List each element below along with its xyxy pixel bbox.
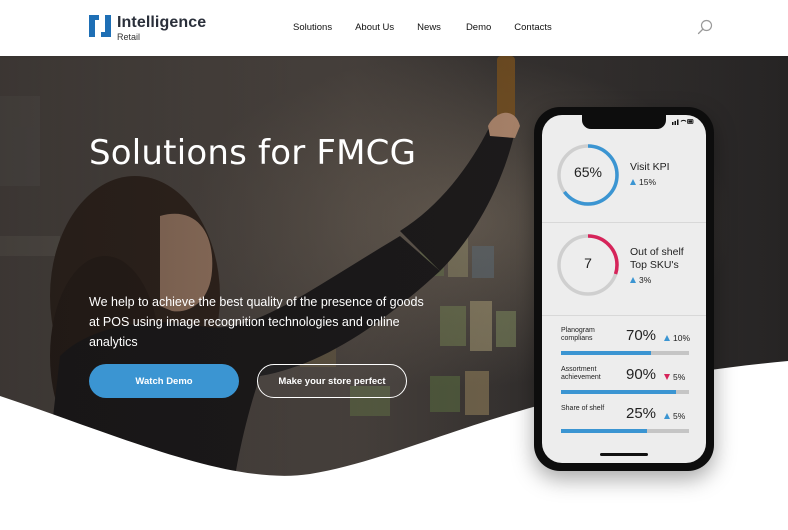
assortment-bar-fill (561, 390, 677, 394)
status-icons (672, 118, 694, 127)
section-divider (542, 315, 706, 316)
share-of-shelf-delta-value: 5% (673, 411, 686, 421)
search-icon[interactable] (697, 19, 713, 35)
phone-mockup: 65% Visit KPI 15% 7 Out of shelf Top SKU… (534, 107, 714, 471)
out-of-shelf-label: Out of shelf Top SKU's (630, 246, 684, 272)
logo-name: Intelligence (117, 14, 207, 31)
share-of-shelf-label: Share of shelf (561, 405, 605, 412)
out-of-shelf-delta-value: 3% (639, 275, 652, 285)
share-of-shelf-delta: 5% (664, 411, 685, 421)
visit-kpi-value: 65% (573, 164, 603, 180)
share-of-shelf-bar-fill (561, 429, 647, 433)
make-store-perfect-button[interactable]: Make your store perfect (257, 364, 407, 398)
signal-battery-icon (672, 119, 694, 125)
logo-text: Intelligence Retail (117, 15, 206, 42)
trend-down-icon (664, 374, 670, 380)
share-of-shelf-value: 25% (626, 405, 657, 422)
assortment-value: 90% (626, 366, 657, 383)
out-of-shelf-delta: 3% (630, 275, 651, 285)
trend-up-icon (630, 277, 636, 283)
share-of-shelf-bar (561, 429, 689, 433)
phone-notch (582, 115, 666, 129)
assortment-bar (561, 390, 689, 394)
logo-icon (89, 15, 111, 37)
section-divider (542, 222, 706, 223)
site-header: Intelligence Retail Solutions About Us N… (0, 0, 788, 56)
visit-kpi-delta: 15% (630, 177, 656, 187)
trend-up-icon (664, 413, 670, 419)
planogram-delta: 10% (664, 333, 690, 343)
assortment-label: Assortment achievement (561, 366, 601, 381)
planogram-bar-fill (561, 351, 651, 355)
planogram-delta-value: 10% (673, 333, 691, 343)
out-of-shelf-value: 7 (584, 255, 592, 271)
nav-item-news[interactable]: News (417, 22, 441, 33)
out-of-shelf-label-line1: Out of shelf (630, 246, 684, 258)
hero-title: Solutions for FMCG (89, 133, 417, 173)
phone-screen: 65% Visit KPI 15% 7 Out of shelf Top SKU… (542, 115, 706, 463)
main-nav: Solutions About Us News Demo Contacts (293, 22, 574, 33)
out-of-shelf-label-line2: Top SKU's (630, 259, 679, 271)
planogram-value: 70% (626, 327, 657, 344)
nav-item-solutions[interactable]: Solutions (293, 22, 332, 33)
trend-up-icon (630, 179, 636, 185)
home-indicator (600, 453, 648, 456)
assortment-delta: 5% (664, 372, 685, 382)
hero-description: We help to achieve the best quality of t… (89, 295, 424, 349)
planogram-bar (561, 351, 689, 355)
nav-item-contacts[interactable]: Contacts (514, 22, 552, 33)
trend-up-icon (664, 335, 670, 341)
watch-demo-button[interactable]: Watch Demo (89, 364, 239, 398)
visit-kpi-delta-value: 15% (639, 177, 657, 187)
logo-sub: Retail (117, 32, 141, 42)
nav-item-demo[interactable]: Demo (466, 22, 491, 33)
nav-item-about-us[interactable]: About Us (355, 22, 394, 33)
logo[interactable]: Intelligence Retail (89, 15, 206, 42)
assortment-delta-value: 5% (673, 372, 686, 382)
visit-kpi-label: Visit KPI (630, 161, 670, 173)
planogram-label: Planogram complians (561, 327, 595, 342)
